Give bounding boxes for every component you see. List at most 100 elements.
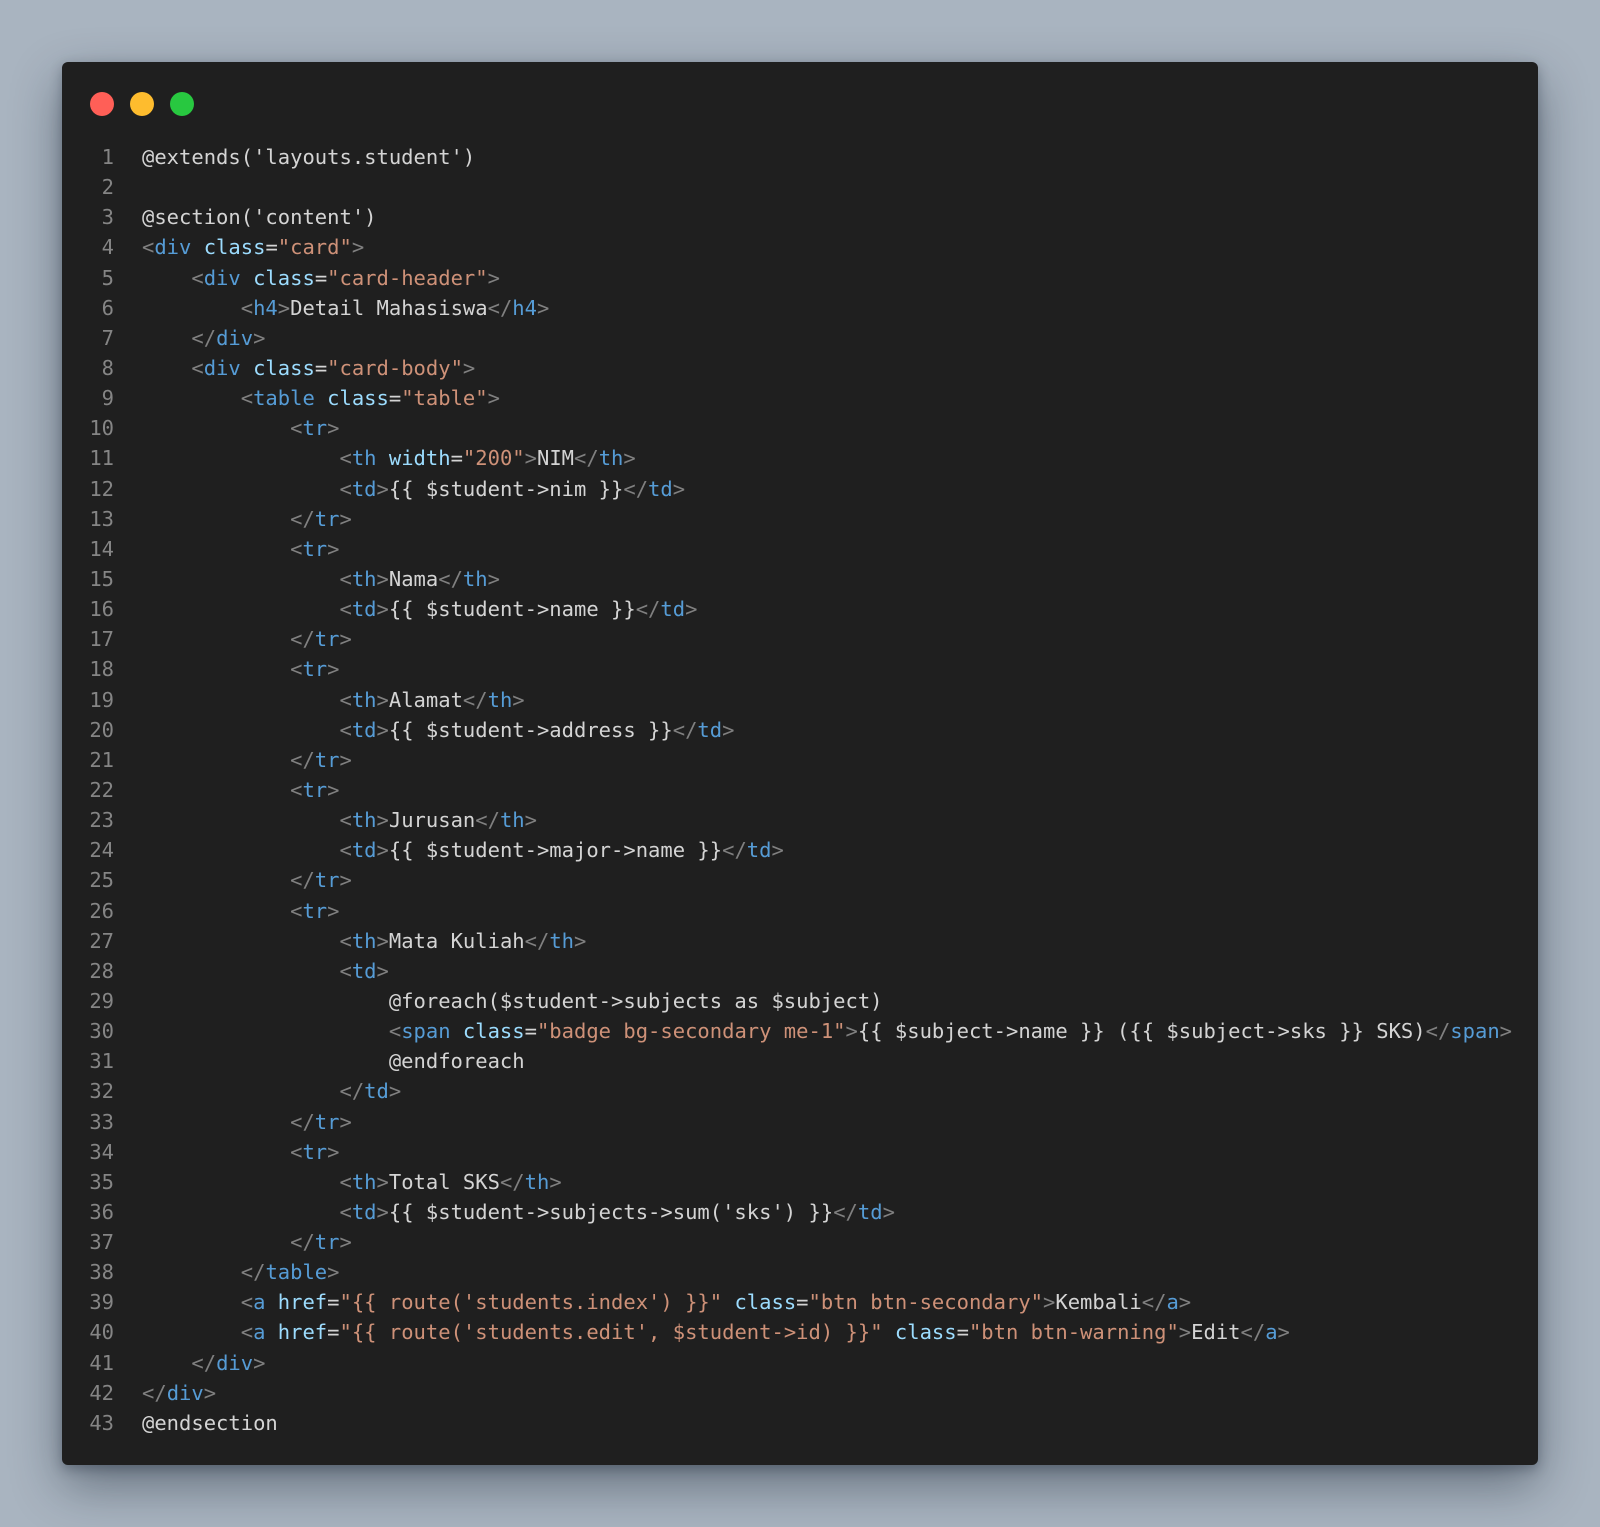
code-token: th xyxy=(351,808,377,833)
close-dot-icon[interactable] xyxy=(90,92,114,116)
code-token: = xyxy=(314,355,328,380)
code-token: > xyxy=(339,1109,352,1134)
code-token: class xyxy=(203,235,266,260)
code-token: "card-header" xyxy=(327,265,488,290)
code-token: = xyxy=(388,386,402,411)
code-token: > xyxy=(1499,1019,1513,1044)
code-token: a xyxy=(1265,1320,1278,1345)
code-token: tr xyxy=(314,627,340,652)
line-number: 26 xyxy=(89,898,114,923)
code-text: <th>Jurusan</th> xyxy=(114,805,537,835)
minimize-dot-icon[interactable] xyxy=(130,92,154,116)
line-number: 20 xyxy=(89,717,114,742)
code-token: "card" xyxy=(277,235,352,260)
code-token: > xyxy=(339,747,352,772)
code-token: a xyxy=(253,1320,266,1345)
code-token: @section('content') xyxy=(142,205,377,230)
code-text: <a href="{{ route('students.edit', $stud… xyxy=(114,1317,1290,1347)
line-number: 12 xyxy=(89,476,114,501)
code-text: @extends('layouts.student') xyxy=(114,142,475,172)
code-token: > xyxy=(1178,1320,1192,1345)
code-token: > xyxy=(672,476,686,501)
code-token: > xyxy=(376,928,389,953)
line-number: 1 xyxy=(101,145,114,169)
code-token: > xyxy=(203,1380,217,1405)
code-token: tr xyxy=(314,1109,340,1134)
code-token: > xyxy=(845,1019,858,1044)
code-token: < xyxy=(290,777,303,802)
code-line: 26 <tr> xyxy=(62,896,1538,926)
line-number: 16 xyxy=(89,597,114,622)
code-line: 9 <table class="table"> xyxy=(62,383,1538,413)
code-token: = xyxy=(796,1290,809,1315)
line-number: 31 xyxy=(89,1049,114,1074)
code-token: h4 xyxy=(253,295,278,320)
code-line: 3 @section('content') xyxy=(62,202,1538,232)
line-number: 21 xyxy=(89,747,114,772)
code-token: </ xyxy=(290,1109,315,1134)
code-line: 42 </div> xyxy=(62,1378,1538,1408)
zoom-dot-icon[interactable] xyxy=(170,92,194,116)
code-token: > xyxy=(376,717,389,742)
code-token: href xyxy=(277,1290,328,1315)
code-line: 23 <th>Jurusan</th> xyxy=(62,805,1538,835)
code-token: Mata Kuliah xyxy=(388,928,525,953)
code-token: </ xyxy=(191,325,217,350)
line-number: 41 xyxy=(89,1350,114,1375)
code-token: @endsection xyxy=(142,1410,278,1435)
code-token: td xyxy=(351,597,377,622)
code-token: tr xyxy=(302,536,328,561)
code-token: "card-body" xyxy=(327,355,463,380)
code-text: <tr> xyxy=(114,413,339,443)
code-token: > xyxy=(549,1169,562,1194)
code-token: class xyxy=(253,355,315,380)
code-token: "badge bg-secondary me-1" xyxy=(536,1019,846,1044)
code-token: th xyxy=(351,687,377,712)
code-token: td xyxy=(697,717,723,742)
code-token: class xyxy=(894,1320,957,1345)
code-token: td xyxy=(660,597,686,622)
code-token: < xyxy=(339,1199,352,1224)
code-token: @endforeach xyxy=(142,1049,525,1074)
code-token: th xyxy=(524,1169,550,1194)
code-text: </tr> xyxy=(114,504,352,534)
line-number: 11 xyxy=(89,446,114,471)
code-text: </div> xyxy=(114,1348,265,1378)
code-token: </ xyxy=(290,868,315,893)
line-number: 7 xyxy=(101,325,114,350)
code-token: class xyxy=(253,265,315,290)
code-line: 32 </td> xyxy=(62,1076,1538,1106)
code-token: < xyxy=(339,446,352,471)
code-token: tr xyxy=(302,657,328,682)
code-token: th xyxy=(351,928,377,953)
code-line: 15 <th>Nama</th> xyxy=(62,564,1538,594)
code-token: table xyxy=(253,386,315,411)
code-text: <span class="badge bg-secondary me-1">{{… xyxy=(114,1016,1512,1046)
code-token: > xyxy=(376,838,389,863)
line-number: 33 xyxy=(89,1109,114,1134)
code-token: > xyxy=(487,265,500,290)
code-text: </div> xyxy=(114,1378,216,1408)
code-text: <tr> xyxy=(114,654,339,684)
code-token: div xyxy=(203,355,241,380)
code-token: td xyxy=(364,1079,389,1104)
code-token: class xyxy=(327,386,389,411)
code-text: <tr> xyxy=(114,896,339,926)
code-token: td xyxy=(351,958,377,983)
code-token: a xyxy=(1166,1290,1179,1315)
code-token: {{ $student->nim }} xyxy=(388,476,624,501)
code-token: > xyxy=(327,657,340,682)
code-token: < xyxy=(339,808,352,833)
code-token: "{{ route('students.index') }}" xyxy=(339,1290,723,1315)
code-token: div xyxy=(203,265,241,290)
code-token: > xyxy=(327,1260,340,1285)
code-line: 13 </tr> xyxy=(62,504,1538,534)
